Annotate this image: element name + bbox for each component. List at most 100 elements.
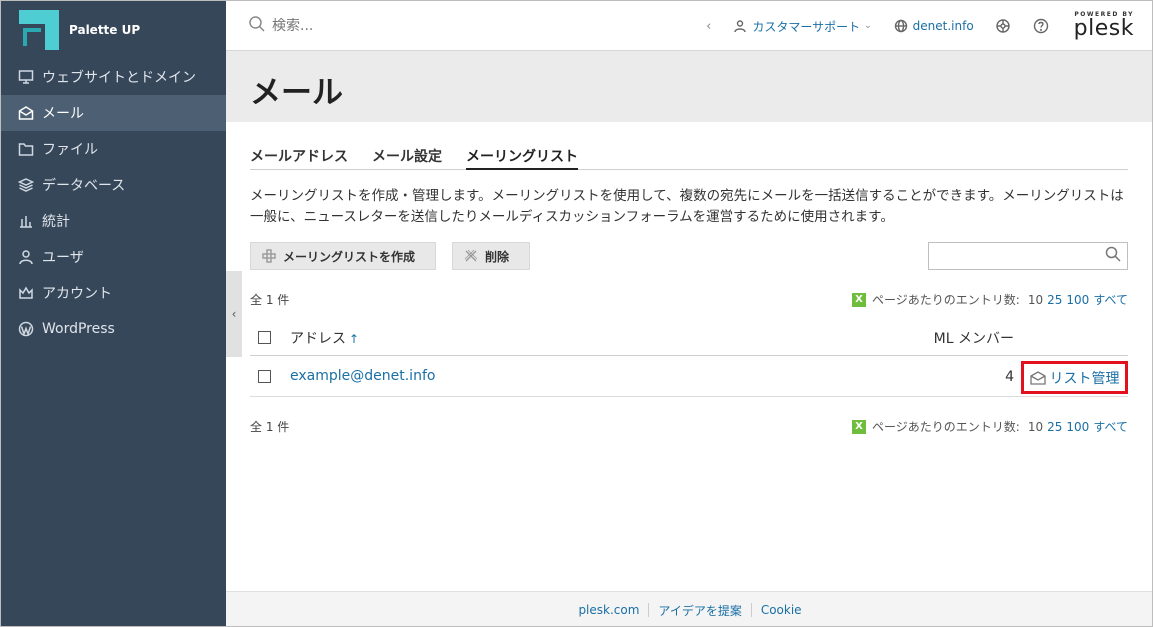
- sidebar-item-label: データベース: [42, 178, 126, 194]
- sidebar-item-websites[interactable]: ウェブサイトとドメイン: [1, 59, 226, 95]
- per-page-option-100[interactable]: 100: [1066, 293, 1089, 307]
- per-page-label: ページあたりのエントリ数:: [872, 420, 1020, 434]
- sidebar-item-label: ウェブサイトとドメイン: [42, 70, 196, 86]
- table-row: example@denet.info 4 リスト管理: [250, 357, 1128, 397]
- search-icon: [1105, 246, 1121, 266]
- global-search: [248, 15, 668, 37]
- sidebar-item-label: ファイル: [42, 142, 98, 158]
- page-title: メール: [250, 75, 343, 111]
- export-excel-icon[interactable]: X: [852, 419, 867, 434]
- per-page-option-all[interactable]: すべて: [1093, 418, 1128, 435]
- top-bar: ‹ カスタマーサポート ⌄ denet.info POWERED BY ples…: [226, 1, 1152, 51]
- sidebar-item-users[interactable]: ユーザ: [1, 239, 226, 275]
- tab-mail-settings[interactable]: メール設定: [372, 146, 442, 170]
- user-menu[interactable]: カスタマーサポート ⌄: [733, 18, 872, 35]
- delete-button[interactable]: 削除: [452, 242, 530, 270]
- total-count: 全 1 件: [250, 420, 290, 434]
- column-address-label: アドレス: [290, 331, 346, 347]
- delete-x-icon: [463, 248, 479, 264]
- column-address[interactable]: アドレス ↑: [290, 328, 359, 348]
- select-all-checkbox[interactable]: [258, 331, 271, 344]
- chevron-left-icon: ‹: [231, 307, 237, 321]
- user-menu-label: カスタマーサポート: [752, 19, 861, 34]
- sidebar-item-label: 統計: [42, 214, 70, 230]
- mail-icon: [17, 104, 35, 122]
- sidebar: Palette UP ウェブサイトとドメイン メール ファイル データベース 統…: [1, 1, 226, 626]
- per-page-option-25[interactable]: 25: [1047, 420, 1062, 434]
- column-ml-members: ML メンバー: [933, 331, 1014, 347]
- per-page-option-10: 10: [1027, 292, 1044, 307]
- per-page-option-100[interactable]: 100: [1066, 420, 1089, 434]
- footer-divider: [750, 603, 752, 617]
- search-icon: [248, 15, 266, 37]
- sidebar-item-label: WordPress: [42, 321, 115, 337]
- brand[interactable]: Palette UP: [1, 1, 226, 59]
- search-input[interactable]: [272, 17, 652, 34]
- brand-name: Palette UP: [69, 23, 141, 37]
- database-icon: [17, 176, 35, 194]
- domain-label: denet.info: [912, 19, 974, 33]
- per-page-controls: X ページあたりのエントリ数: 10 25 100 すべて: [852, 291, 1128, 308]
- monitor-icon: [17, 68, 35, 86]
- total-count: 全 1 件: [250, 293, 290, 307]
- page-description: メーリングリストを作成・管理します。メーリングリストを使用して、複数の宛先にメー…: [250, 188, 1124, 225]
- per-page-option-10: 10: [1027, 419, 1044, 434]
- globe-icon: [894, 19, 907, 33]
- tab-mail-addresses[interactable]: メールアドレス: [250, 146, 348, 170]
- sidebar-item-label: アカウント: [42, 286, 112, 302]
- sidebar-item-files[interactable]: ファイル: [1, 131, 226, 167]
- list-toolbar: メーリングリストを作成 削除: [250, 242, 1128, 270]
- extensions-icon[interactable]: [994, 17, 1012, 35]
- sort-ascending-icon: ↑: [349, 332, 360, 346]
- per-page-label: ページあたりのエントリ数:: [872, 293, 1020, 307]
- user-icon: [17, 248, 35, 266]
- footer-link-plesk[interactable]: plesk.com: [578, 603, 639, 617]
- per-page-option-all[interactable]: すべて: [1093, 291, 1128, 308]
- footer-link-suggest-idea[interactable]: アイデアを提案: [658, 602, 741, 619]
- chevron-left-icon[interactable]: ‹: [706, 19, 711, 34]
- app-window: Palette UP ウェブサイトとドメイン メール ファイル データベース 統…: [0, 0, 1153, 627]
- list-meta-top: 全 1 件 X ページあたりのエントリ数: 10 25 100 すべて: [250, 291, 1128, 309]
- export-excel-icon[interactable]: X: [852, 292, 867, 307]
- user-icon: [734, 20, 747, 33]
- sidebar-item-wordpress[interactable]: WordPress: [1, 311, 226, 347]
- manage-list-label: リスト管理: [1049, 370, 1120, 387]
- tab-mailing-lists[interactable]: メーリングリスト: [466, 146, 578, 170]
- list-search-input[interactable]: [928, 242, 1128, 270]
- sidebar-item-mail[interactable]: メール: [1, 95, 226, 131]
- footer: plesk.com アイデアを提案 Cookie: [226, 591, 1152, 626]
- domain-selector[interactable]: denet.info: [894, 19, 974, 33]
- sidebar-item-databases[interactable]: データベース: [1, 167, 226, 203]
- wordpress-icon: [17, 320, 35, 338]
- plesk-wordmark: plesk: [1073, 16, 1134, 41]
- row-checkbox[interactable]: [258, 370, 271, 383]
- bar-chart-icon: [17, 212, 35, 230]
- palette-up-logo: [19, 10, 59, 50]
- mailing-list-address-link[interactable]: example@denet.info: [290, 368, 435, 384]
- envelope-icon: [1029, 370, 1046, 385]
- ml-member-count: 4: [1005, 369, 1014, 385]
- help-icon[interactable]: [1032, 17, 1050, 35]
- per-page-option-25[interactable]: 25: [1047, 293, 1062, 307]
- manage-list-button[interactable]: リスト管理: [1021, 361, 1128, 394]
- folder-icon: [17, 140, 35, 158]
- plus-icon: [261, 248, 277, 264]
- table-header: アドレス ↑ ML メンバー: [250, 324, 1128, 356]
- per-page-controls: X ページあたりのエントリ数: 10 25 100 すべて: [852, 418, 1128, 435]
- create-button-label: メーリングリストを作成: [283, 249, 416, 264]
- chevron-down-icon: ⌄: [864, 21, 872, 31]
- sidebar-collapse-button[interactable]: ‹: [226, 271, 242, 357]
- create-mailing-list-button[interactable]: メーリングリストを作成: [250, 242, 436, 270]
- sidebar-item-label: ユーザ: [42, 250, 84, 266]
- footer-link-cookie[interactable]: Cookie: [761, 603, 802, 617]
- sidebar-item-label: メール: [42, 106, 84, 122]
- plesk-logo[interactable]: POWERED BY plesk: [1074, 12, 1134, 40]
- sidebar-item-statistics[interactable]: 統計: [1, 203, 226, 239]
- delete-button-label: 削除: [485, 249, 510, 264]
- tab-bar: メールアドレス メール設定 メーリングリスト: [250, 146, 1128, 170]
- footer-divider: [648, 603, 650, 617]
- list-meta-bottom: 全 1 件 X ページあたりのエントリ数: 10 25 100 すべて: [250, 418, 1128, 436]
- top-right-controls: ‹ カスタマーサポート ⌄ denet.info POWERED BY ples…: [706, 1, 1134, 51]
- page-header: メール: [226, 51, 1152, 122]
- sidebar-item-account[interactable]: アカウント: [1, 275, 226, 311]
